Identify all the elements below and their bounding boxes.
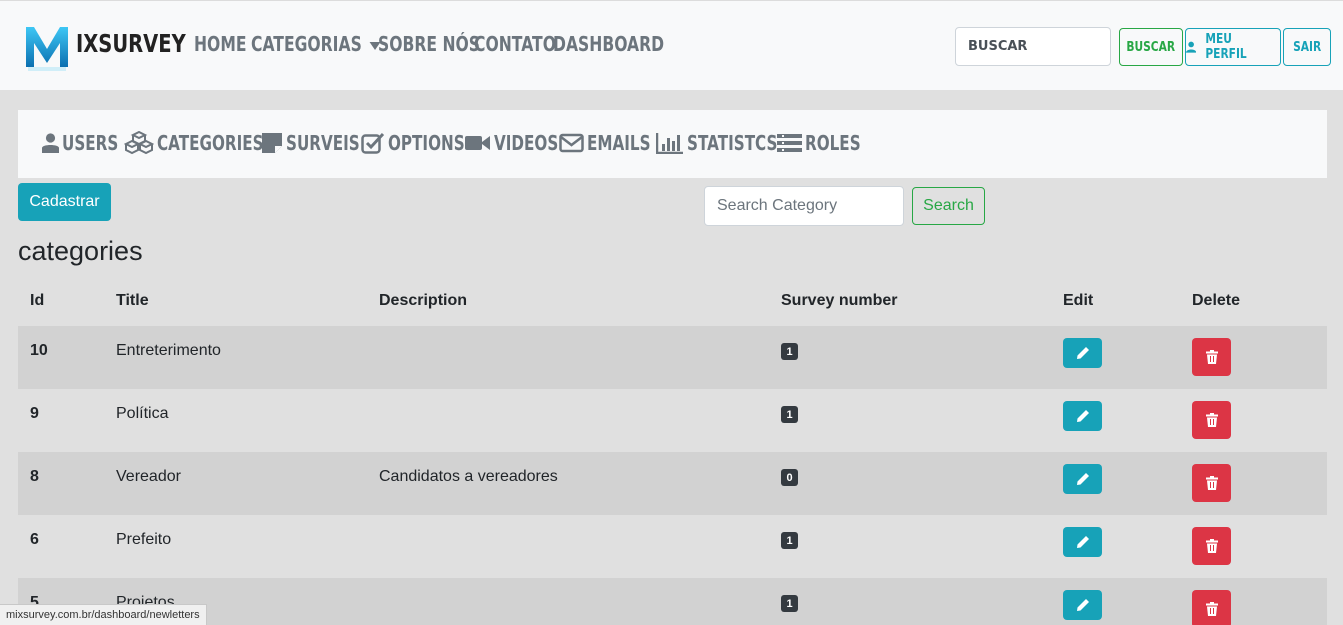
nav-sobre-nos[interactable]: SOBRE NÓS xyxy=(378,32,480,56)
nav-dashboard[interactable]: DASHBOARD xyxy=(553,32,664,56)
search-category-button[interactable]: Search xyxy=(912,187,985,225)
pencil-icon xyxy=(1076,536,1089,548)
table-row: 6 Prefeito 1 xyxy=(18,515,1327,578)
brand-name[interactable]: IXSURVEY xyxy=(76,29,186,58)
meu-perfil-button[interactable]: MEU PERFIL xyxy=(1185,28,1281,66)
user-icon xyxy=(1186,41,1197,53)
trash-icon xyxy=(1205,476,1218,490)
table-row: 10 Entreterimento 1 xyxy=(18,326,1327,389)
pencil-icon xyxy=(1076,599,1089,611)
sair-label: SAIR xyxy=(1292,39,1322,55)
delete-button[interactable] xyxy=(1192,338,1231,376)
edit-button[interactable] xyxy=(1063,527,1102,557)
admin-roles[interactable]: ROLES xyxy=(777,130,878,156)
browser-status-url: mixsurvey.com.br/dashboard/newletters xyxy=(0,604,207,625)
pencil-icon xyxy=(1076,347,1089,359)
header-description: Description xyxy=(379,292,468,309)
row-id: 8 xyxy=(30,468,39,485)
mixsurvey-logo[interactable] xyxy=(24,23,70,73)
header-edit: Edit xyxy=(1063,292,1094,309)
survey-count-badge: 1 xyxy=(781,343,798,360)
page-title: categories xyxy=(18,236,143,266)
survey-count-badge: 1 xyxy=(781,406,798,423)
admin-menu: USERS CATEGORIES SURVEIS OPTIONS VIDEOS … xyxy=(18,110,1327,178)
admin-emails[interactable]: EMAILS xyxy=(559,130,671,156)
edit-button[interactable] xyxy=(1063,338,1102,368)
envelope-icon xyxy=(559,133,584,153)
cubes-icon xyxy=(124,131,154,155)
trash-icon xyxy=(1205,350,1218,364)
buscar-button-label: BUSCAR xyxy=(1126,39,1176,55)
admin-users[interactable]: USERS xyxy=(42,130,136,156)
top-navbar: IXSURVEY HOME CATEGORIAS SOBRE NÓS CONTA… xyxy=(0,0,1343,90)
edit-button[interactable] xyxy=(1063,401,1102,431)
video-camera-icon xyxy=(465,136,490,150)
row-description: Candidatos a vereadores xyxy=(379,468,558,485)
bar-chart-icon xyxy=(656,133,683,154)
survey-count-badge: 1 xyxy=(781,532,798,549)
admin-roles-label: ROLES xyxy=(805,131,861,155)
nav-categorias-label: CATEGORIAS xyxy=(251,32,362,56)
header-id: Id xyxy=(30,292,45,309)
survey-count-badge: 1 xyxy=(781,595,798,612)
row-title: Política xyxy=(116,405,169,422)
admin-videos-label: VIDEOS xyxy=(494,131,559,155)
row-id: 10 xyxy=(30,342,48,359)
admin-users-label: USERS xyxy=(62,131,119,155)
delete-button[interactable] xyxy=(1192,464,1231,502)
row-title: Vereador xyxy=(116,468,181,485)
user-icon xyxy=(42,133,59,153)
row-id: 6 xyxy=(30,531,39,548)
check-square-icon xyxy=(361,132,385,154)
nav-home[interactable]: HOME xyxy=(194,32,247,56)
pencil-icon xyxy=(1076,473,1089,485)
header-survey-number: Survey number xyxy=(781,292,898,309)
row-title: Entreterimento xyxy=(116,342,221,359)
trash-icon xyxy=(1205,413,1218,427)
admin-options-label: OPTIONS xyxy=(388,131,465,155)
admin-emails-label: EMAILS xyxy=(587,131,651,155)
delete-button[interactable] xyxy=(1192,401,1231,439)
row-title: Prefeito xyxy=(116,531,172,548)
meu-perfil-label: MEU PERFIL xyxy=(1205,32,1247,62)
categories-table: Id Title Description Survey number Edit … xyxy=(18,280,1327,625)
trash-icon xyxy=(1205,602,1218,616)
header-title: Title xyxy=(116,292,149,309)
row-id: 9 xyxy=(30,405,39,422)
table-row: 5 Projetos 1 xyxy=(18,578,1327,625)
header-delete: Delete xyxy=(1192,292,1241,309)
buscar-button[interactable]: BUSCAR xyxy=(1119,28,1183,66)
nav-contato[interactable]: CONTATO xyxy=(474,32,556,56)
admin-surveis-label: SURVEIS xyxy=(286,131,360,155)
table-row: 8 Vereador Candidatos a vereadores 0 xyxy=(18,452,1327,515)
nav-categorias[interactable]: CATEGORIAS xyxy=(251,32,381,56)
pencil-icon xyxy=(1076,410,1089,422)
list-icon xyxy=(777,134,802,152)
sair-button[interactable]: SAIR xyxy=(1283,28,1331,66)
survey-count-badge: 0 xyxy=(781,469,798,486)
delete-button[interactable] xyxy=(1192,590,1231,625)
delete-button[interactable] xyxy=(1192,527,1231,565)
cadastrar-button[interactable]: Cadastrar xyxy=(18,183,111,221)
admin-statistics-label: STATISTCS xyxy=(687,131,778,155)
top-search-input[interactable] xyxy=(955,27,1111,66)
table-row: 9 Política 1 xyxy=(18,389,1327,452)
trash-icon xyxy=(1205,539,1218,553)
admin-categories-label: CATEGORIES xyxy=(157,131,264,155)
search-category-input[interactable] xyxy=(704,186,904,226)
edit-button[interactable] xyxy=(1063,464,1102,494)
table-header: Id Title Description Survey number Edit … xyxy=(18,280,1327,326)
edit-button[interactable] xyxy=(1063,590,1102,620)
sticky-note-icon xyxy=(262,133,282,153)
